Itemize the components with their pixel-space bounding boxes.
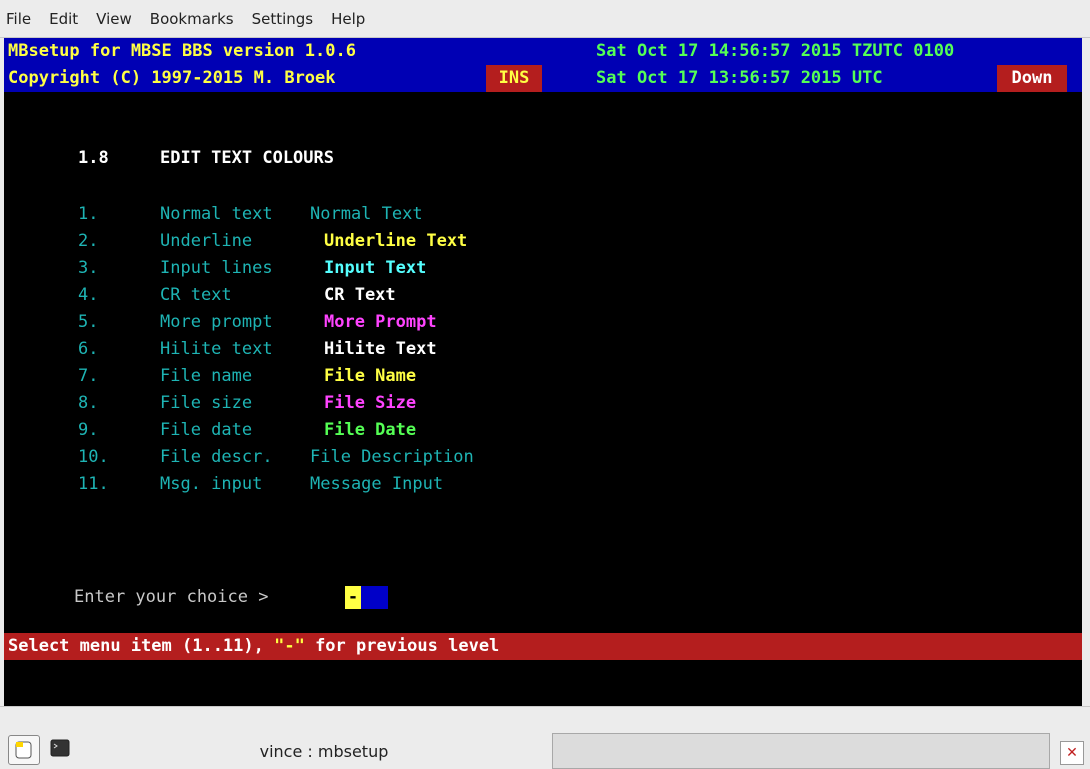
item-8-number[interactable]: 8. bbox=[78, 390, 98, 417]
item-1-label[interactable]: Normal text bbox=[160, 201, 273, 228]
item-8-label[interactable]: File size bbox=[160, 390, 252, 417]
local-time: Sat Oct 17 14:56:57 2015 TZUTC 0100 bbox=[596, 41, 955, 61]
menu-view[interactable]: View bbox=[96, 10, 132, 28]
section-title: EDIT TEXT COLOURS bbox=[160, 148, 334, 168]
item-11-number[interactable]: 11. bbox=[78, 471, 109, 498]
status-line: Select menu item (1..11), "-" for previo… bbox=[4, 633, 1082, 660]
item-2-number[interactable]: 2. bbox=[78, 228, 98, 255]
status-down-badge: Down bbox=[997, 65, 1067, 92]
item-2-sample: Underline Text bbox=[324, 231, 468, 251]
item-6-sample: Hilite Text bbox=[324, 339, 437, 359]
item-9-sample: File Date bbox=[324, 420, 417, 440]
item-5-sample: More Prompt bbox=[324, 312, 437, 332]
item-9-number[interactable]: 9. bbox=[78, 417, 98, 444]
new-tab-icon[interactable] bbox=[8, 735, 40, 765]
menu-file[interactable]: File bbox=[6, 10, 31, 28]
item-10-sample: File Description bbox=[310, 447, 474, 467]
menu-edit[interactable]: Edit bbox=[49, 10, 78, 28]
terminal-view[interactable]: MBsetup for MBSE BBS version 1.0.6 Sat O… bbox=[4, 38, 1082, 706]
utc-time: Sat Oct 17 13:56:57 2015 UTC bbox=[596, 68, 883, 88]
item-10-number[interactable]: 10. bbox=[78, 444, 109, 471]
item-5-label[interactable]: More prompt bbox=[160, 309, 273, 336]
item-7-label[interactable]: File name bbox=[160, 363, 252, 390]
item-1-sample: Normal Text bbox=[310, 204, 423, 224]
item-10-label[interactable]: File descr. bbox=[160, 444, 273, 471]
ins-indicator: INS bbox=[486, 65, 542, 92]
close-tab-icon[interactable]: ✕ bbox=[1060, 741, 1084, 765]
menu-help[interactable]: Help bbox=[331, 10, 365, 28]
item-7-sample: File Name bbox=[324, 366, 417, 386]
choice-input-value[interactable]: - bbox=[345, 586, 361, 609]
menu-bar: File Edit View Bookmarks Settings Help bbox=[0, 0, 1090, 38]
taskbar-empty-area bbox=[552, 733, 1050, 769]
taskbar: vince : mbsetup ✕ bbox=[0, 706, 1090, 769]
item-11-sample: Message Input bbox=[310, 474, 444, 494]
status-dash: "-" bbox=[274, 636, 305, 656]
app-version: MBsetup for MBSE BBS version 1.0.6 bbox=[8, 41, 356, 61]
item-4-sample: CR Text bbox=[324, 285, 396, 305]
item-1-number[interactable]: 1. bbox=[78, 201, 98, 228]
item-3-sample: Input Text bbox=[324, 258, 427, 278]
item-5-number[interactable]: 5. bbox=[78, 309, 98, 336]
item-9-label[interactable]: File date bbox=[160, 417, 252, 444]
item-6-label[interactable]: Hilite text bbox=[160, 336, 273, 363]
terminal-icon[interactable] bbox=[48, 735, 74, 763]
taskbar-task-label[interactable]: vince : mbsetup bbox=[98, 733, 550, 769]
menu-settings[interactable]: Settings bbox=[252, 10, 314, 28]
item-7-number[interactable]: 7. bbox=[78, 363, 98, 390]
item-3-label[interactable]: Input lines bbox=[160, 255, 273, 282]
menu-bookmarks[interactable]: Bookmarks bbox=[150, 10, 234, 28]
item-2-label[interactable]: Underline bbox=[160, 228, 252, 255]
item-11-label[interactable]: Msg. input bbox=[160, 471, 262, 498]
item-4-label[interactable]: CR text bbox=[160, 282, 232, 309]
item-8-sample: File Size bbox=[324, 393, 417, 413]
section-number: 1.8 bbox=[78, 148, 109, 168]
item-6-number[interactable]: 6. bbox=[78, 336, 98, 363]
status-suffix: for previous level bbox=[304, 636, 500, 656]
item-4-number[interactable]: 4. bbox=[78, 282, 98, 309]
copyright: Copyright (C) 1997-2015 M. Broek bbox=[8, 68, 336, 88]
choice-prompt: Enter your choice > bbox=[74, 587, 269, 607]
status-prefix: Select menu item (1..11), bbox=[8, 636, 275, 656]
item-3-number[interactable]: 3. bbox=[78, 255, 98, 282]
